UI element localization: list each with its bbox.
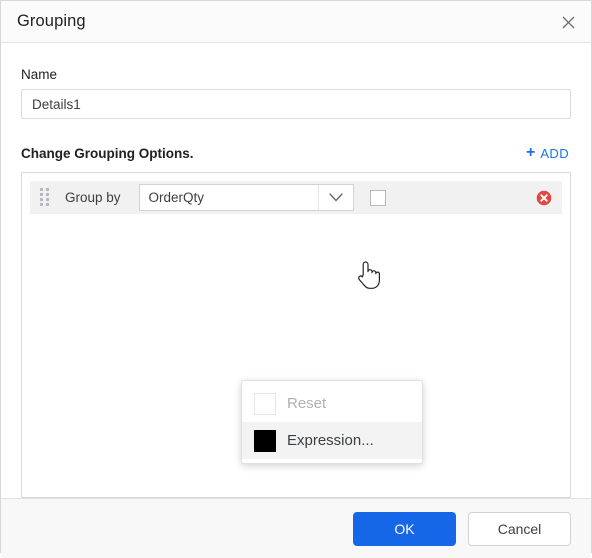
- black-swatch-icon: [254, 429, 276, 452]
- delete-circle-icon[interactable]: [536, 190, 552, 206]
- menu-item-reset[interactable]: Reset: [242, 385, 422, 422]
- group-by-select-value: OrderQty: [148, 190, 205, 205]
- add-grouping-button[interactable]: + ADD: [524, 143, 571, 163]
- group-by-select[interactable]: OrderQty: [138, 184, 354, 211]
- grouping-row: Group by OrderQty: [30, 181, 562, 214]
- group-by-label: Group by: [65, 190, 121, 205]
- page-title: Grouping: [17, 12, 86, 30]
- drag-handle-icon[interactable]: [38, 188, 52, 208]
- grouping-dialog: Grouping Name Change Grouping Options. +…: [0, 0, 592, 558]
- grouping-row-checkbox[interactable]: [369, 189, 386, 206]
- chevron-down-icon[interactable]: [317, 185, 353, 210]
- menu-item-reset-label: Reset: [287, 395, 327, 412]
- grouping-options-panel: Group by OrderQty Reset Expression...: [21, 172, 571, 498]
- dialog-footer: OK Cancel: [1, 498, 591, 558]
- menu-item-expression-label: Expression...: [287, 432, 374, 449]
- plus-icon: +: [526, 143, 536, 161]
- name-input[interactable]: [21, 89, 571, 119]
- menu-item-expression[interactable]: Expression...: [242, 422, 422, 459]
- dialog-header: Grouping: [1, 1, 591, 43]
- ok-button[interactable]: OK: [353, 511, 456, 546]
- options-section-header: Change Grouping Options. + ADD: [21, 143, 571, 163]
- close-icon[interactable]: [554, 8, 582, 36]
- add-button-label: ADD: [540, 145, 569, 161]
- empty-swatch-icon: [254, 392, 276, 415]
- name-label: Name: [21, 67, 58, 82]
- cancel-button[interactable]: Cancel: [468, 511, 571, 546]
- expression-dropdown-menu: Reset Expression...: [241, 380, 423, 464]
- options-section-title: Change Grouping Options.: [21, 145, 194, 161]
- dialog-body: Name Change Grouping Options. + ADD Grou…: [1, 43, 591, 498]
